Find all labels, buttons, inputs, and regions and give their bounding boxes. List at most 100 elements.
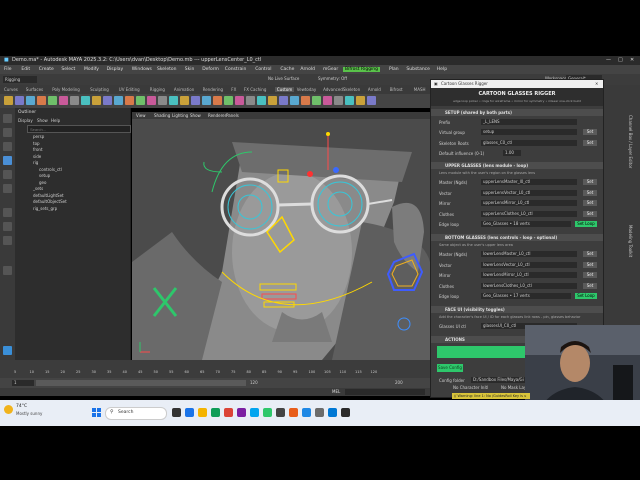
vgroup-set-button[interactable]: Set	[583, 129, 597, 135]
upper-row-field[interactable]: upperLensMirror_L0_ctl	[481, 200, 577, 206]
maximize-icon[interactable]: □	[618, 57, 623, 63]
mel-icon[interactable]	[3, 346, 12, 355]
shelf-tab-surfaces[interactable]: Surfaces	[26, 87, 43, 92]
shelf-tool-icon[interactable]	[334, 96, 343, 105]
shelf-tool-icon[interactable]	[323, 96, 332, 105]
upper-edge-field[interactable]: Geo_Glasses • 18 verts	[481, 221, 571, 227]
outliner-item[interactable]: top	[33, 141, 40, 146]
menu-item-bifrost-rigging[interactable]: Bifrost Rigging	[343, 67, 381, 72]
shelf-tool-icon[interactable]	[246, 96, 255, 105]
influence-field[interactable]: 1.00	[503, 150, 521, 156]
taskbar-app-icon[interactable]	[172, 408, 181, 417]
shelf-tab-vewtoday[interactable]: Vewtoday	[297, 87, 317, 92]
taskbar-app-icon[interactable]	[211, 408, 220, 417]
layout-single-icon[interactable]	[3, 208, 12, 217]
menu-item-create[interactable]: Create	[39, 67, 54, 72]
taskbar-app-icon[interactable]	[250, 408, 259, 417]
shelf-tool-icon[interactable]	[48, 96, 57, 105]
taskbar-search[interactable]: ⚲ Search	[105, 407, 167, 420]
shelf-tool-icon[interactable]	[92, 96, 101, 105]
modeling-toolkit-tab[interactable]: Modeling Toolkit	[628, 225, 633, 257]
shelf-tool-icon[interactable]	[180, 96, 189, 105]
shelf-tool-icon[interactable]	[103, 96, 112, 105]
outliner-item[interactable]: geo	[39, 180, 46, 185]
prefix-field[interactable]: _L_LENS	[481, 119, 577, 125]
outliner-item[interactable]: defaultObjectSet	[33, 199, 67, 204]
shelf-tool-icon[interactable]	[136, 96, 145, 105]
viewport-menu-renderer[interactable]: Renderer	[208, 113, 226, 118]
taskbar-app-icon[interactable]	[185, 408, 194, 417]
viewport-menu-lighting[interactable]: Lighting	[172, 113, 188, 118]
outliner-item[interactable]: defaultLightSet	[33, 193, 64, 198]
bottom-set-loop-button[interactable]: Set Loop	[575, 293, 597, 299]
menu-item-skin[interactable]: Skin	[185, 67, 195, 72]
outliner-item[interactable]: persp	[33, 134, 44, 139]
shelf-tab-arnold[interactable]: Arnold	[368, 87, 381, 92]
upper-row-field[interactable]: upperLensMaster_l0_ctl	[481, 179, 577, 185]
upper-row-set-button[interactable]: Set	[583, 179, 597, 185]
bottom-row-set-button[interactable]: Set	[583, 261, 597, 268]
menu-item-file[interactable]: File	[4, 67, 12, 72]
menu-item-help[interactable]: Help	[437, 67, 447, 72]
shelf-tab-rendering[interactable]: Rendering	[203, 87, 223, 92]
taskbar-app-icon[interactable]	[224, 408, 233, 417]
shelf-tool-icon[interactable]	[202, 96, 211, 105]
shelf-tool-icon[interactable]	[147, 96, 156, 105]
shelf-tool-icon[interactable]	[158, 96, 167, 105]
viewport-menu-show[interactable]: Show	[190, 113, 201, 118]
symmetry-setting[interactable]: Symmetry: Off	[318, 76, 347, 81]
outliner-item[interactable]: setup	[39, 173, 50, 178]
shelf-tool-icon[interactable]	[367, 96, 376, 105]
menu-item-skeleton[interactable]: Skeleton	[157, 67, 176, 72]
shelf-tool-icon[interactable]	[15, 96, 24, 105]
channel-box-tab[interactable]: Channel Box / Layer Editor	[628, 115, 633, 168]
outliner-item[interactable]: controls_ctl	[39, 167, 62, 172]
bottom-row-field[interactable]: lowerLensClothes_L0_ctl	[481, 282, 577, 289]
taskbar-app-icon[interactable]	[276, 408, 285, 417]
shelf-tool-icon[interactable]	[4, 96, 13, 105]
taskbar-app-icon[interactable]	[237, 408, 246, 417]
layout-side-icon[interactable]	[3, 236, 12, 245]
layout-four-icon[interactable]	[3, 222, 12, 231]
config-folder-field[interactable]: D:/Sandbox Files/Maya/Gi	[471, 377, 531, 383]
viewport-3d[interactable]	[132, 112, 430, 360]
menu-item-windows[interactable]: Windows	[132, 67, 152, 72]
range-bar[interactable]	[36, 380, 246, 386]
menu-item-mgear[interactable]: mGear	[323, 67, 338, 72]
shelf-tool-icon[interactable]	[191, 96, 200, 105]
shelf-tool-icon[interactable]	[301, 96, 310, 105]
shelf-tool-icon[interactable]	[26, 96, 35, 105]
scale-tool-icon[interactable]	[3, 184, 12, 193]
menu-item-modify[interactable]: Modify	[84, 67, 99, 72]
shelf-tool-icon[interactable]	[37, 96, 46, 105]
bottom-row-set-button[interactable]: Set	[583, 272, 597, 278]
mode-select[interactable]: Rigging	[3, 76, 37, 83]
select-tool-icon[interactable]	[3, 114, 12, 123]
shelf-tab-mash[interactable]: MASH	[414, 87, 426, 92]
outliner-menu-display[interactable]: Display	[18, 118, 33, 123]
shelf-tool-icon[interactable]	[81, 96, 90, 105]
bottom-edge-field[interactable]: Geo_Glasses • 17 verts	[481, 293, 571, 299]
menu-item-constrain[interactable]: Constrain	[225, 67, 247, 72]
skeleton-set-button[interactable]: Set	[583, 140, 597, 146]
upper-row-set-button[interactable]: Set	[583, 200, 597, 206]
menu-item-display[interactable]: Display	[107, 67, 124, 72]
taskbar-app-icon[interactable]	[328, 408, 337, 417]
shelf-tool-icon[interactable]	[169, 96, 178, 105]
shelf-tool-icon[interactable]	[70, 96, 79, 105]
outliner-item[interactable]: side	[33, 154, 41, 159]
shelf-tool-icon[interactable]	[224, 96, 233, 105]
shelf-tab-animation[interactable]: Animation	[174, 87, 194, 92]
shelf-tool-icon[interactable]	[356, 96, 365, 105]
shelf-tool-icon[interactable]	[114, 96, 123, 105]
shelf-tab-advancedskeleton[interactable]: AdvancedSkeleton	[323, 87, 360, 92]
outliner-item[interactable]: _sets	[33, 186, 43, 191]
outliner-item[interactable]: front	[33, 147, 43, 152]
time-slider[interactable]: 5 10 15 20 25 30 35 40 45 50 55 60 65 70 75 80 85 90 95 100…	[0, 360, 430, 378]
outliner-toggle-icon[interactable]	[3, 266, 12, 275]
outliner-menu-help[interactable]: Help	[51, 118, 60, 123]
menu-item-plan[interactable]: Plan	[389, 67, 399, 72]
taskbar-app-icon[interactable]	[315, 408, 324, 417]
shelf-tool-icon[interactable]	[125, 96, 134, 105]
lasso-tool-icon[interactable]	[3, 128, 12, 137]
